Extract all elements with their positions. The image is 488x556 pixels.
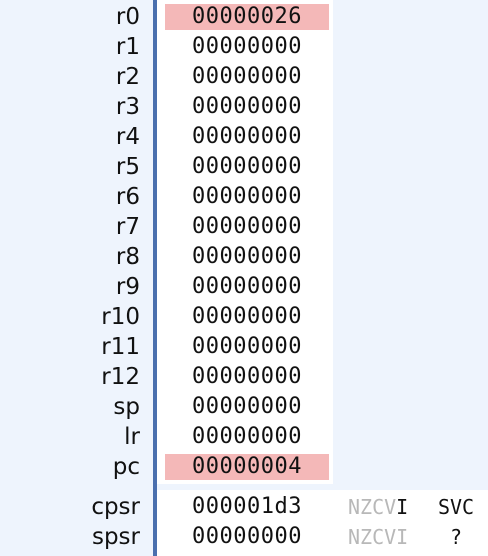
register-name: r4 [115, 124, 140, 150]
flags-inactive: NZCV [348, 495, 397, 519]
register-name: r12 [101, 364, 140, 390]
register-row-lr: lr 00000000 [0, 422, 488, 452]
register-value[interactable]: 00000000 [165, 244, 329, 270]
register-value[interactable]: 00000000 [165, 64, 329, 90]
flags-inactive: NZCVI [348, 525, 409, 549]
register-row-r6: r6 00000000 [0, 182, 488, 212]
register-value[interactable]: 00000000 [165, 94, 329, 120]
register-name: r3 [115, 94, 140, 120]
register-value[interactable]: 00000000 [165, 394, 329, 420]
status-row-spsr: spsr 00000000 NZCVI ? [0, 522, 488, 552]
status-row-cpsr: cpsr 000001d3 NZCVI SVC [0, 492, 488, 522]
register-value[interactable]: 00000000 [165, 274, 329, 300]
register-panel: r0 00000026 r1 00000000 r2 00000000 r3 0… [0, 0, 488, 556]
register-value[interactable]: 00000000 [165, 34, 329, 60]
register-name: r10 [101, 304, 140, 330]
register-name: r9 [115, 274, 140, 300]
register-value[interactable]: 00000000 [165, 214, 329, 240]
register-value[interactable]: 00000000 [165, 154, 329, 180]
register-name: r1 [115, 34, 140, 60]
register-row-r8: r8 00000000 [0, 242, 488, 272]
register-row-r10: r10 00000000 [0, 302, 488, 332]
register-row-r4: r4 00000000 [0, 122, 488, 152]
register-value[interactable]: 00000026 [165, 4, 329, 30]
register-row-pc: pc 00000004 [0, 452, 488, 482]
register-name: r5 [115, 154, 140, 180]
register-name: r2 [115, 64, 140, 90]
register-value[interactable]: 00000000 [165, 424, 329, 450]
register-row-r3: r3 00000000 [0, 92, 488, 122]
register-name: r8 [115, 244, 140, 270]
processor-mode: ? [449, 525, 463, 549]
flags-active: I [396, 495, 409, 519]
register-value[interactable]: 00000000 [165, 334, 329, 360]
cpsr-flags: NZCVI [348, 494, 408, 520]
register-name: sp [113, 394, 140, 420]
register-row-r0: r0 00000026 [0, 2, 488, 32]
register-name: r11 [101, 334, 140, 360]
register-name: r6 [115, 184, 140, 210]
register-value[interactable]: 00000000 [165, 524, 329, 550]
register-value[interactable]: 00000000 [165, 304, 329, 330]
register-row-r5: r5 00000000 [0, 152, 488, 182]
register-row-r9: r9 00000000 [0, 272, 488, 302]
register-row-r7: r7 00000000 [0, 212, 488, 242]
spsr-flags: NZCVI [348, 524, 408, 550]
register-name: pc [112, 454, 140, 480]
register-row-r1: r1 00000000 [0, 32, 488, 62]
register-row-r2: r2 00000000 [0, 62, 488, 92]
register-name: lr [124, 424, 140, 450]
register-row-sp: sp 00000000 [0, 392, 488, 422]
register-name: r0 [115, 4, 140, 30]
register-row-r11: r11 00000000 [0, 332, 488, 362]
register-value[interactable]: 00000000 [165, 184, 329, 210]
register-name: r7 [115, 214, 140, 240]
register-value[interactable]: 00000000 [165, 364, 329, 390]
register-name: cpsr [91, 494, 140, 520]
register-row-r12: r12 00000000 [0, 362, 488, 392]
processor-mode: SVC [437, 495, 475, 519]
register-value[interactable]: 00000004 [165, 454, 329, 480]
register-value[interactable]: 000001d3 [165, 494, 329, 520]
register-value[interactable]: 00000000 [165, 124, 329, 150]
register-name: spsr [91, 524, 140, 550]
